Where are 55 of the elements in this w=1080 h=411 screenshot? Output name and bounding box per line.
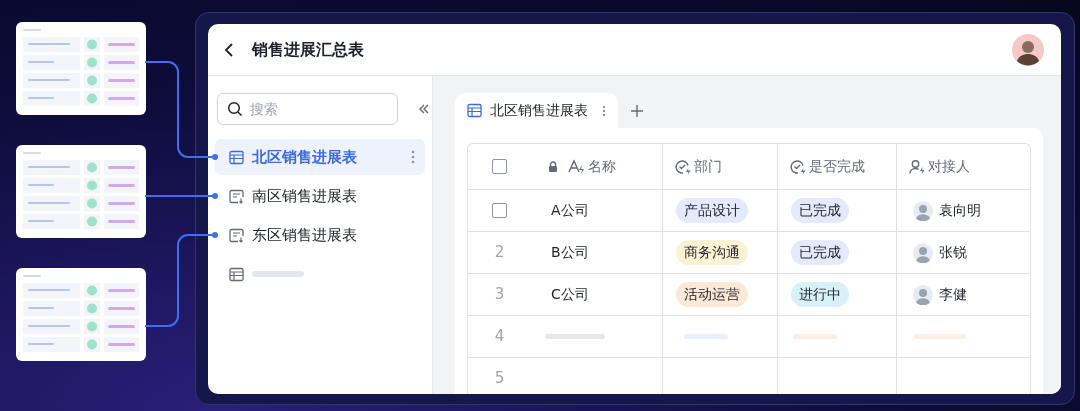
table-cell-text: B公司 — [551, 243, 589, 262]
column-header[interactable]: 名称 — [531, 144, 663, 189]
row-number: 4 — [494, 326, 505, 348]
table-icon — [467, 103, 482, 118]
form-icon — [229, 188, 244, 204]
checkbox[interactable] — [492, 203, 507, 218]
lock-icon — [548, 161, 558, 172]
placeholder-bar — [914, 334, 966, 339]
tag: 已完成 — [791, 240, 849, 265]
column-header[interactable]: 对接人 — [897, 144, 1030, 189]
contact-name: 袁向明 — [939, 201, 981, 220]
user-avatar[interactable] — [1012, 33, 1044, 66]
placeholder-bar — [545, 334, 605, 339]
search-icon — [227, 101, 243, 117]
search-field[interactable]: 搜索 — [217, 93, 398, 125]
row-number: 5 — [494, 368, 505, 390]
sidebar-item[interactable]: 北区销售进展表 — [215, 139, 425, 175]
contact-name: 李健 — [939, 285, 967, 304]
add-icon[interactable] — [631, 104, 643, 117]
tag: 已完成 — [791, 198, 849, 223]
tag: 产品设计 — [676, 198, 748, 223]
sidebar-item[interactable]: 东区销售进展表 — [215, 217, 425, 253]
sidebar-item-label: 北区销售进展表 — [252, 146, 357, 168]
back-icon[interactable] — [224, 41, 234, 58]
placeholder-bar — [252, 271, 304, 277]
checkbox[interactable] — [492, 159, 507, 174]
more-icon[interactable] — [411, 150, 415, 164]
form-icon — [229, 227, 244, 243]
contact-name: 张锐 — [939, 243, 967, 262]
table-cell-text: A公司 — [551, 201, 589, 220]
tag: 商务沟通 — [676, 240, 748, 265]
tag: 活动运营 — [676, 282, 748, 307]
collapse-icon[interactable] — [418, 103, 430, 115]
column-header[interactable]: 是否完成 — [778, 144, 897, 189]
table-icon — [229, 266, 244, 282]
sidebar-item-label: 东区销售进展表 — [252, 224, 357, 246]
sheet-tab[interactable]: 北区销售进展表 — [455, 93, 618, 128]
text-field-icon — [568, 158, 586, 175]
row-number: 2 — [494, 242, 505, 264]
page-title: 销售进展汇总表 — [252, 38, 364, 61]
table-cell-text: C公司 — [551, 285, 589, 304]
select-field-icon — [790, 158, 807, 175]
person-field-icon — [909, 158, 926, 175]
sidebar-item[interactable]: 南区销售进展表 — [215, 178, 425, 214]
more-icon[interactable] — [602, 104, 606, 117]
row-number: 3 — [494, 284, 505, 306]
tag: 进行中 — [791, 282, 849, 307]
avatar-icon — [913, 242, 933, 263]
column-header[interactable]: 部门 — [663, 144, 778, 189]
table-icon — [229, 149, 244, 165]
avatar-icon — [913, 200, 933, 221]
sidebar-item-label: 南区销售进展表 — [252, 185, 357, 207]
placeholder-bar — [793, 334, 837, 339]
avatar-icon — [913, 284, 933, 305]
select-field-icon — [675, 158, 692, 175]
